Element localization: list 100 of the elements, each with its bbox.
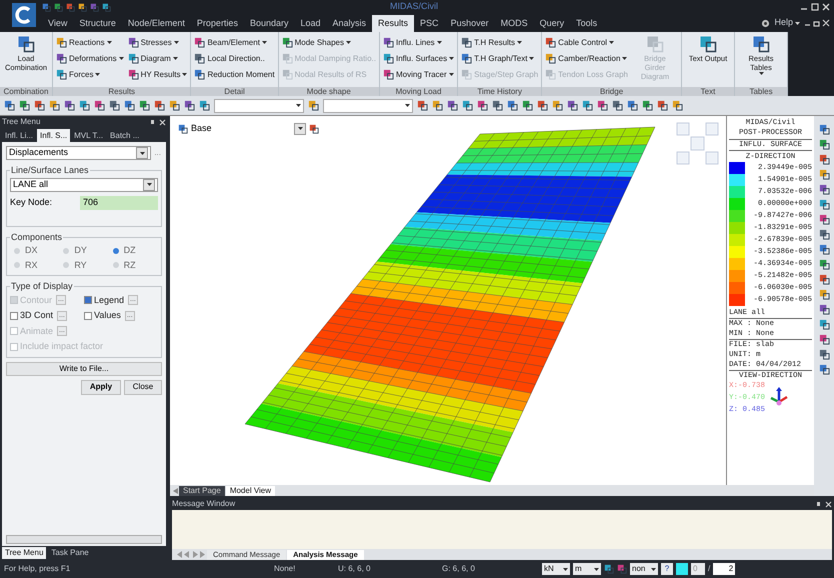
tool-icon xyxy=(545,69,556,80)
tool-icon xyxy=(461,69,472,80)
ribbon-button[interactable]: Camber/Reaction xyxy=(545,51,628,66)
ribbon-button[interactable]: Stresses xyxy=(128,35,188,50)
menu-tab[interactable]: Results xyxy=(372,15,414,32)
ribbon-button[interactable]: Local Direction.. xyxy=(194,51,275,66)
panel-tab[interactable]: Task Pane xyxy=(48,547,92,559)
menu-tab[interactable]: Node/Element xyxy=(122,15,191,32)
group-label: Results xyxy=(53,87,190,96)
menu-tab[interactable]: View xyxy=(42,15,74,32)
ribbon-button[interactable]: HY Results xyxy=(128,67,188,82)
toolbar-icon xyxy=(34,100,45,111)
toolbar-icon xyxy=(818,349,830,360)
close-button[interactable]: Close xyxy=(124,380,162,394)
ribbon-button[interactable]: Influ. Surfaces xyxy=(382,51,454,66)
group-label: Tables xyxy=(735,87,787,96)
panel-tab[interactable]: MVL T... xyxy=(71,129,106,142)
ribbon-button[interactable]: T.H Results xyxy=(461,35,538,50)
menu-tab[interactable]: Structure xyxy=(73,15,122,32)
ribbon-button[interactable]: Beam/Element xyxy=(194,35,275,50)
ribbon-button[interactable]: Cable Control xyxy=(545,35,628,50)
color-swatch-icon[interactable] xyxy=(676,563,688,575)
window-controls-icon[interactable] xyxy=(804,19,830,27)
radio-option[interactable]: DY xyxy=(59,244,109,258)
unit-select[interactable]: m xyxy=(573,563,601,575)
close-icon[interactable] xyxy=(822,3,830,11)
snap-select[interactable]: non xyxy=(630,563,658,575)
pin-icon[interactable] xyxy=(149,118,156,126)
tool-icon xyxy=(382,53,394,64)
horizontal-scrollbar[interactable] xyxy=(6,535,162,544)
settings-icon[interactable] xyxy=(761,18,770,28)
toolbar-icon xyxy=(184,100,195,111)
tool-icon xyxy=(194,53,206,64)
help-button[interactable]: ? xyxy=(661,563,673,575)
lane-select[interactable]: LANE all xyxy=(10,178,158,192)
pin-icon[interactable] xyxy=(815,500,822,508)
radio-option[interactable]: DX xyxy=(10,244,60,258)
dropdown-button[interactable] xyxy=(136,147,148,159)
menu-tab[interactable]: MODS xyxy=(494,15,534,32)
tool-icon xyxy=(56,37,67,48)
toolbar-icon xyxy=(124,100,135,111)
count-field[interactable]: 2 xyxy=(713,563,736,575)
toolbar-icon xyxy=(818,274,830,285)
radio-option[interactable]: RZ xyxy=(108,258,158,272)
ribbon-button[interactable]: Diagram xyxy=(128,51,188,66)
app-logo-icon[interactable] xyxy=(12,3,36,27)
unit-select[interactable]: kN xyxy=(542,563,570,575)
menu-tab[interactable]: Analysis xyxy=(326,15,372,32)
ribbon-button[interactable]: T.H Graph/Text xyxy=(461,51,538,66)
caret-icon xyxy=(262,41,267,44)
group-title: Type of Display xyxy=(10,280,74,293)
panel-tab[interactable]: Infl. Li... xyxy=(2,129,36,142)
close-icon[interactable] xyxy=(825,500,832,508)
dropdown-button[interactable] xyxy=(294,122,306,135)
menu-tab[interactable]: Load xyxy=(294,15,327,32)
result-type-select[interactable]: Displacements xyxy=(6,146,152,160)
menu-tab[interactable]: Pushover xyxy=(444,15,495,32)
dropdown-button[interactable] xyxy=(143,178,155,190)
caret-icon xyxy=(95,73,100,76)
ribbon-button[interactable]: Influ. Lines xyxy=(382,35,454,50)
menu-tab[interactable]: Query xyxy=(534,15,570,32)
checkbox-option[interactable]: 3D Cont xyxy=(10,309,54,322)
dropdown-field[interactable] xyxy=(214,98,304,112)
maximize-icon[interactable] xyxy=(811,3,819,11)
ribbon-button[interactable]: Reduction Moment xyxy=(194,67,275,82)
toolbar-icon xyxy=(627,100,638,111)
toolbar-icon xyxy=(139,100,150,111)
ribbon-button[interactable]: Deformations xyxy=(56,51,124,66)
document-tab[interactable]: Start Page xyxy=(179,486,225,496)
menu-tab[interactable]: Tools xyxy=(570,15,604,32)
dropdown-field[interactable] xyxy=(323,98,413,112)
tool-icon xyxy=(282,53,293,64)
panel-tab[interactable]: Tree Menu xyxy=(2,547,46,559)
menu-tab[interactable]: PSC xyxy=(414,15,445,32)
toolbar-icon xyxy=(818,229,830,240)
menu-tab[interactable]: Boundary xyxy=(244,15,294,32)
toolbar-icon xyxy=(537,100,548,111)
panel-tab[interactable]: Batch ... xyxy=(107,129,142,142)
checkbox-option[interactable]: Legend xyxy=(84,294,124,307)
menu-tab[interactable]: Properties xyxy=(190,15,244,32)
toolbar-icon xyxy=(818,244,830,255)
ribbon-button[interactable]: Moving Tracer xyxy=(382,67,454,82)
ribbon-button[interactable]: Forces xyxy=(56,67,124,82)
help-menu[interactable]: Help xyxy=(774,16,800,30)
ribbon-button[interactable]: Reactions xyxy=(56,35,124,50)
key-node-field[interactable]: 706 xyxy=(80,196,158,210)
ribbon-button[interactable]: Mode Shapes xyxy=(282,35,376,50)
toolbar-icon xyxy=(417,100,428,111)
radio-option[interactable]: RY xyxy=(59,258,109,272)
close-icon[interactable] xyxy=(159,118,166,126)
write-to-file-button[interactable]: Write to File... xyxy=(6,362,162,376)
checkbox-option[interactable]: Values xyxy=(84,309,121,322)
caret-icon xyxy=(140,152,145,154)
radio-option[interactable]: DZ xyxy=(108,244,158,258)
toolbar-icon xyxy=(818,259,830,270)
document-tab[interactable]: Model View xyxy=(226,486,276,496)
apply-button[interactable]: Apply xyxy=(81,380,121,394)
radio-option[interactable]: RX xyxy=(10,258,60,272)
panel-tab[interactable]: Infl. S... xyxy=(37,129,70,142)
toolbar-icon xyxy=(818,289,830,300)
